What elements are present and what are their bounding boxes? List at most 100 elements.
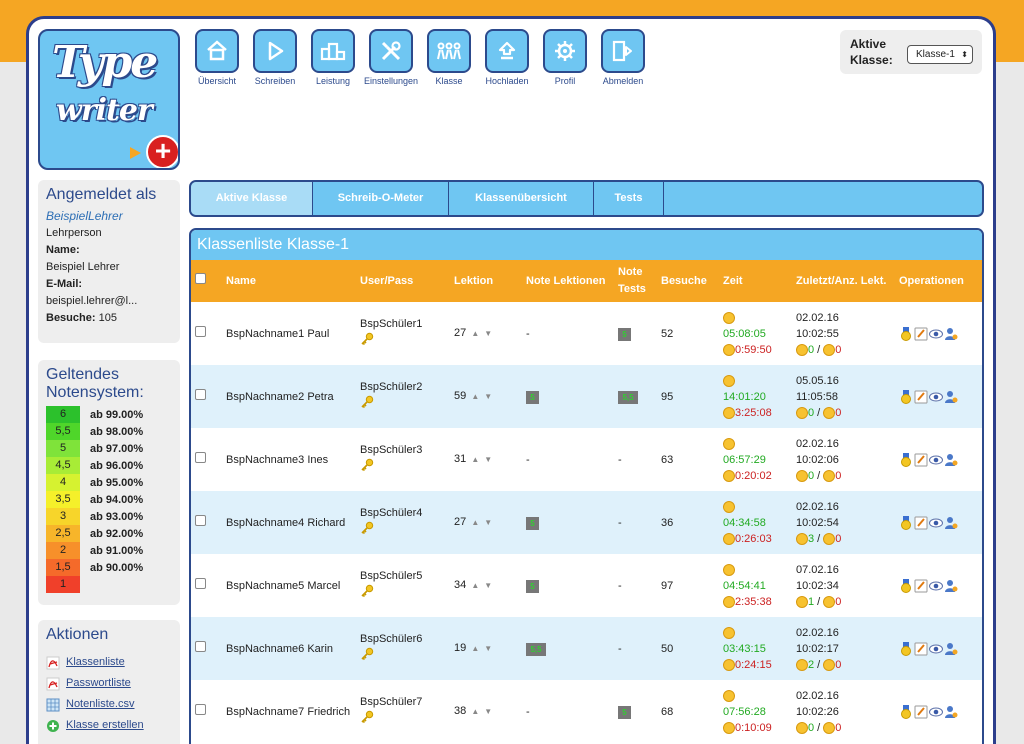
people-icon[interactable] — [427, 29, 471, 73]
nav-performance[interactable]: Leistung — [304, 29, 362, 86]
tab-schreib-o-meter[interactable]: Schreib-O-Meter — [313, 182, 449, 215]
user-settings-icon[interactable] — [944, 453, 958, 467]
class-select[interactable]: Klasse-1 ⬍ — [907, 45, 973, 64]
username: BspSchüler1 — [360, 318, 423, 330]
tab-class-overview[interactable]: Klassenübersicht — [449, 182, 594, 215]
edit-icon[interactable] — [914, 390, 928, 404]
plus-icon[interactable]: + — [146, 135, 178, 168]
action-link-create-class[interactable]: Klasse erstellen — [66, 718, 144, 733]
home-icon[interactable] — [195, 29, 239, 73]
key-icon[interactable] — [360, 521, 374, 535]
row-checkbox[interactable] — [195, 388, 206, 400]
eye-icon[interactable] — [929, 642, 943, 656]
gear-icon[interactable] — [543, 29, 587, 73]
action-item[interactable]: Passwortliste — [38, 673, 180, 694]
user-settings-icon[interactable] — [944, 642, 958, 656]
header-note-lektionen[interactable]: Note Lektionen — [522, 260, 614, 302]
nav-write[interactable]: Schreiben — [246, 29, 304, 86]
user-settings-icon[interactable] — [944, 390, 958, 404]
nav-settings[interactable]: Einstellungen — [362, 29, 420, 86]
typewriter-logo[interactable]: Type writer + — [38, 29, 180, 170]
lesson-up-icon[interactable]: ▲ — [471, 581, 479, 590]
eye-icon[interactable] — [929, 579, 943, 593]
logout-icon[interactable] — [601, 29, 645, 73]
lesson-down-icon[interactable]: ▼ — [484, 329, 492, 338]
row-checkbox[interactable] — [195, 640, 206, 652]
lesson-down-icon[interactable]: ▼ — [484, 581, 492, 590]
lesson-down-icon[interactable]: ▼ — [484, 644, 492, 653]
edit-icon[interactable] — [914, 705, 928, 719]
key-icon[interactable] — [360, 584, 374, 598]
tab-tests[interactable]: Tests — [594, 182, 664, 215]
key-icon[interactable] — [360, 710, 374, 724]
nav-logout[interactable]: Abmelden — [594, 29, 652, 86]
row-checkbox[interactable] — [195, 451, 206, 463]
row-checkbox[interactable] — [195, 514, 206, 526]
medal-icon[interactable] — [899, 704, 913, 719]
header-name[interactable]: Name — [222, 260, 356, 302]
medal-icon[interactable] — [899, 389, 913, 404]
header-userpass[interactable]: User/Pass — [356, 260, 450, 302]
key-icon[interactable] — [360, 458, 374, 472]
header-note-tests[interactable]: Note Tests — [614, 260, 657, 302]
lesson-up-icon[interactable]: ▲ — [471, 392, 479, 401]
tab-active-class[interactable]: Aktive Klasse — [191, 182, 313, 215]
header-besuche[interactable]: Besuche — [657, 260, 719, 302]
user-settings-icon[interactable] — [944, 516, 958, 530]
action-item[interactable]: Klasse erstellen — [38, 715, 180, 736]
lesson-up-icon[interactable]: ▲ — [471, 455, 479, 464]
play-icon[interactable] — [253, 29, 297, 73]
action-link-classlist[interactable]: Klassenliste — [66, 655, 125, 670]
nav-profile[interactable]: Profil — [536, 29, 594, 86]
user-settings-icon[interactable] — [944, 705, 958, 719]
lesson-down-icon[interactable]: ▼ — [484, 518, 492, 527]
lesson-up-icon[interactable]: ▲ — [471, 518, 479, 527]
last-time: 10:02:26 — [796, 705, 839, 718]
edit-icon[interactable] — [914, 516, 928, 530]
action-link-passwordlist[interactable]: Passwortliste — [66, 676, 131, 691]
lesson-up-icon[interactable]: ▲ — [471, 707, 479, 716]
lesson-down-icon[interactable]: ▼ — [484, 707, 492, 716]
upload-icon[interactable] — [485, 29, 529, 73]
edit-icon[interactable] — [914, 327, 928, 341]
key-icon[interactable] — [360, 395, 374, 409]
select-all-checkbox[interactable] — [195, 272, 206, 284]
medal-icon[interactable] — [899, 578, 913, 593]
lesson-down-icon[interactable]: ▼ — [484, 455, 492, 464]
header-zuletzt[interactable]: Zuletzt/Anz. Lekt. — [792, 260, 895, 302]
action-item[interactable]: Klassenliste — [38, 652, 180, 673]
count-red: 0 — [835, 469, 842, 482]
key-icon[interactable] — [360, 332, 374, 346]
nav-class[interactable]: Klasse — [420, 29, 478, 86]
row-checkbox[interactable] — [195, 577, 206, 589]
header-lektion[interactable]: Lektion — [450, 260, 522, 302]
user-settings-icon[interactable] — [944, 327, 958, 341]
eye-icon[interactable] — [929, 516, 943, 530]
user-settings-icon[interactable] — [944, 579, 958, 593]
key-icon[interactable] — [360, 647, 374, 661]
medal-icon[interactable] — [899, 515, 913, 530]
edit-icon[interactable] — [914, 579, 928, 593]
eye-icon[interactable] — [929, 705, 943, 719]
lesson-down-icon[interactable]: ▼ — [484, 392, 492, 401]
edit-icon[interactable] — [914, 453, 928, 467]
header-zeit[interactable]: Zeit — [719, 260, 792, 302]
medal-icon[interactable] — [899, 641, 913, 656]
nav-overview[interactable]: Übersicht — [188, 29, 246, 86]
eye-icon[interactable] — [929, 390, 943, 404]
table-header-row: Name User/Pass Lektion Note Lektionen No… — [191, 260, 982, 302]
tools-icon[interactable] — [369, 29, 413, 73]
lesson-up-icon[interactable]: ▲ — [471, 329, 479, 338]
medal-icon[interactable] — [899, 452, 913, 467]
row-checkbox[interactable] — [195, 703, 206, 715]
eye-icon[interactable] — [929, 453, 943, 467]
action-item[interactable]: Notenliste.csv — [38, 694, 180, 715]
medal-icon[interactable] — [899, 326, 913, 341]
action-link-gradelist-csv[interactable]: Notenliste.csv — [66, 697, 134, 712]
nav-upload[interactable]: Hochladen — [478, 29, 536, 86]
eye-icon[interactable] — [929, 327, 943, 341]
row-checkbox[interactable] — [195, 325, 206, 337]
lesson-up-icon[interactable]: ▲ — [471, 644, 479, 653]
edit-icon[interactable] — [914, 642, 928, 656]
podium-icon[interactable] — [311, 29, 355, 73]
